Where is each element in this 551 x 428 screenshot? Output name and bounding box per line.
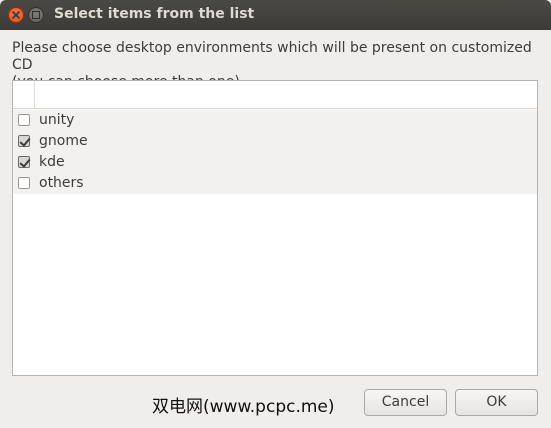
ok-button[interactable]: OK [455, 389, 538, 416]
list-header [13, 81, 537, 109]
header-column-label[interactable] [35, 81, 537, 108]
checklist[interactable]: unity gnome kde others [12, 80, 538, 376]
list-item-label: others [39, 175, 84, 191]
dialog-window: Select items from the list Please choose… [0, 0, 551, 428]
list-item[interactable]: unity [13, 110, 537, 131]
list-item-label: unity [39, 112, 75, 128]
checkbox[interactable] [18, 177, 30, 189]
list-item-label: kde [39, 154, 65, 170]
title-bar[interactable]: Select items from the list [0, 0, 551, 30]
watermark: 双电网(www.pcpc.me) [152, 397, 335, 417]
checkbox[interactable] [18, 135, 30, 147]
checkbox[interactable] [18, 156, 30, 168]
prompt-line-1: Please choose desktop environments which… [12, 40, 532, 73]
list-rows: unity gnome kde others [13, 110, 537, 194]
list-item-label: gnome [39, 133, 88, 149]
header-column-check[interactable] [13, 81, 35, 108]
cancel-button[interactable]: Cancel [364, 389, 447, 416]
list-item[interactable]: others [13, 173, 537, 194]
list-item[interactable]: kde [13, 152, 537, 173]
maximize-icon[interactable] [28, 7, 44, 23]
close-icon[interactable] [8, 7, 24, 23]
window-title: Select items from the list [54, 6, 255, 22]
list-item[interactable]: gnome [13, 131, 537, 152]
checkbox[interactable] [18, 114, 30, 126]
